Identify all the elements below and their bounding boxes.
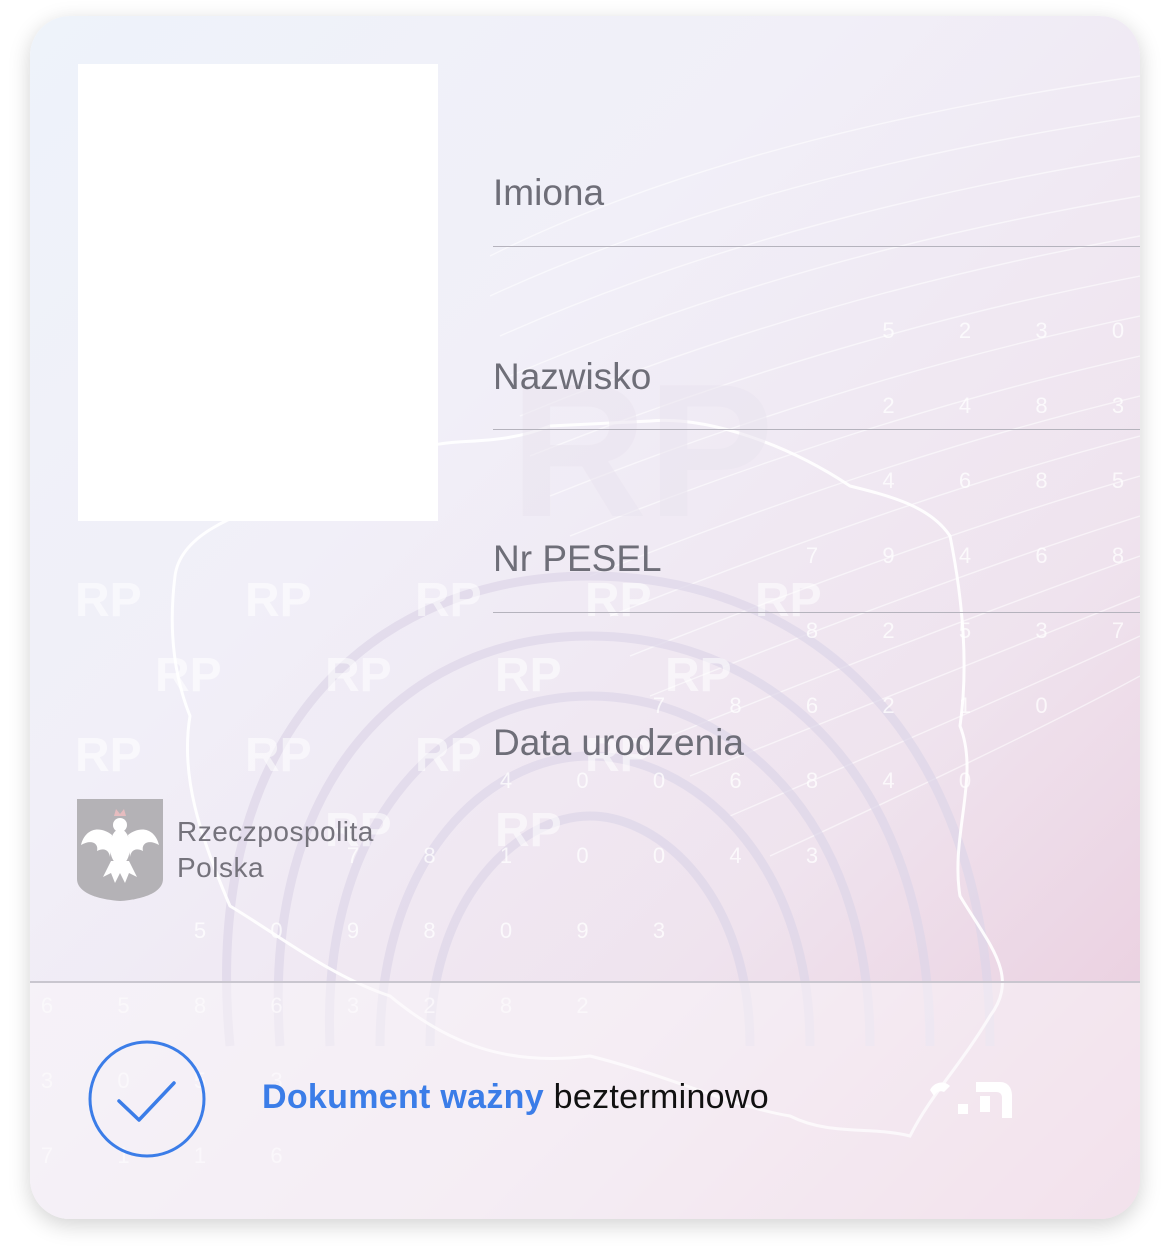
divider (493, 246, 1140, 247)
digit-watermark: 4 (959, 543, 971, 568)
fingerprint-arcs (222, 571, 995, 1047)
rp-watermark: RP (585, 574, 652, 627)
digit-watermark: 4 (959, 393, 971, 418)
issuer-line-2: Polska (177, 852, 265, 883)
digit-watermark: 4 (882, 468, 894, 493)
polish-eagle-emblem-icon (77, 799, 163, 901)
digit-watermark: 4 (729, 843, 741, 868)
digit-watermark: 0 (270, 918, 282, 943)
rp-watermark: RP (75, 574, 142, 627)
digit-watermark: 6 (959, 468, 971, 493)
rp-watermark: RP (415, 729, 482, 782)
digit-watermark: 9 (882, 543, 894, 568)
digit-watermark: 9 (576, 918, 588, 943)
digit-watermark: 8 (806, 768, 818, 793)
digit-watermark: 8 (729, 693, 741, 718)
digit-watermark: 5 (882, 318, 894, 343)
digit-watermark: 3 (806, 843, 818, 868)
status-term-text: bezterminowo (553, 1078, 769, 1116)
digit-watermark: 8 (423, 843, 435, 868)
digit-watermark: 0 (1112, 318, 1124, 343)
divider (493, 429, 1140, 430)
digit-watermark: 4 (882, 768, 894, 793)
rp-watermark: RP (75, 729, 142, 782)
digit-watermark: 7 (1112, 618, 1124, 643)
label-birth-date: Data urodzenia (493, 722, 744, 763)
digit-watermark: 0 (576, 843, 588, 868)
digit-watermark: 8 (1035, 468, 1047, 493)
digit-watermark: 5 (194, 918, 206, 943)
digit-watermark: 3 (1035, 318, 1047, 343)
digit-watermark: 2 (959, 318, 971, 343)
rp-watermark: RP (415, 574, 482, 627)
digit-watermark: 7 (806, 543, 818, 568)
label-first-names: Imiona (493, 172, 605, 213)
digit-watermark: 1 (959, 693, 971, 718)
rp-watermark: RP (155, 649, 222, 702)
digit-watermark: 5 (1112, 468, 1124, 493)
digit-watermark: 2 (882, 393, 894, 418)
id-card: RP RP RP RP RP RP RP RP RP RP RP RP RP RP RP RP 523024… (30, 16, 1140, 1219)
digit-watermark: 0 (959, 768, 971, 793)
rp-watermark: RP (495, 804, 562, 857)
rp-watermark: RP (755, 574, 822, 627)
digit-watermark: 8 (1035, 393, 1047, 418)
divider (493, 612, 1140, 613)
validity-status: Dokument ważny bezterminowo (262, 1078, 769, 1117)
digit-watermark: 3 (653, 918, 665, 943)
rp-watermark: RP (495, 649, 562, 702)
digit-watermark: 8 (806, 618, 818, 643)
digit-watermark: 4 (500, 768, 512, 793)
digit-watermark: 6 (1035, 543, 1047, 568)
rp-watermark: RP (245, 574, 312, 627)
label-surname: Nazwisko (493, 356, 652, 397)
label-pesel: Nr PESEL (493, 538, 662, 579)
digit-watermark: 0 (576, 768, 588, 793)
rp-watermark: RP (325, 649, 392, 702)
photo-area (78, 64, 438, 521)
status-valid-text: Dokument ważny (262, 1078, 544, 1116)
digit-watermark: 9 (347, 918, 359, 943)
digit-watermark: 2 (882, 693, 894, 718)
digit-watermark: 0 (500, 918, 512, 943)
issuer-line-1: Rzeczpospolita (177, 816, 374, 847)
digit-watermark: 3 (1035, 618, 1047, 643)
issuer-name: Rzeczpospolita Polska (177, 814, 374, 886)
digit-watermark: 0 (1035, 693, 1047, 718)
digit-watermark: 8 (423, 918, 435, 943)
digit-watermark: 2 (882, 618, 894, 643)
digit-watermark: 0 (653, 768, 665, 793)
digit-watermark: 8 (1112, 543, 1124, 568)
app-logo-icon (930, 1082, 1012, 1118)
digit-watermark: 3 (1112, 393, 1124, 418)
digit-watermark: 7 (653, 693, 665, 718)
rp-watermark: RP (665, 649, 732, 702)
digit-watermark: 1 (500, 843, 512, 868)
digit-watermark: 5 (959, 618, 971, 643)
check-circle-icon (88, 1040, 206, 1158)
digit-watermark: 0 (653, 843, 665, 868)
rp-watermark: RP (245, 729, 312, 782)
digit-watermark: 6 (729, 768, 741, 793)
digit-watermark: 6 (806, 693, 818, 718)
